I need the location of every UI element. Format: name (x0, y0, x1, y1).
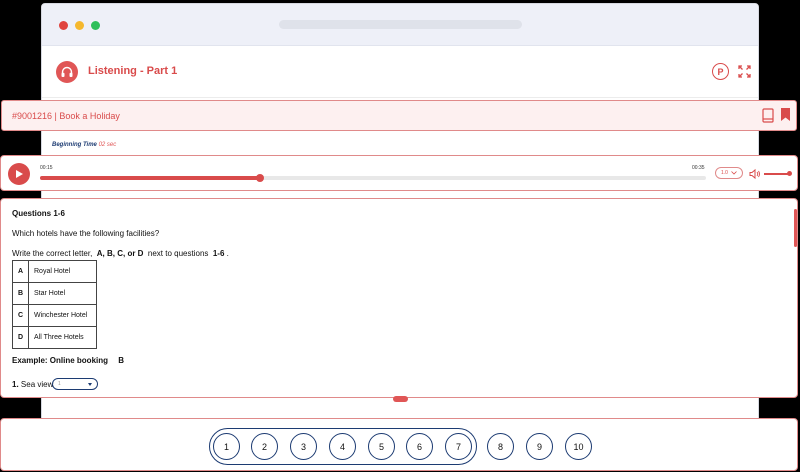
question-1-text: Sea view (20, 380, 54, 389)
resize-handle[interactable] (393, 396, 408, 402)
headphones-icon (56, 61, 78, 83)
questions-prompt: Which hotels have the following faciliti… (12, 229, 160, 238)
fullscreen-icon[interactable] (738, 65, 751, 78)
volume-slider-handle[interactable] (787, 171, 792, 176)
question-nav-button[interactable]: 5 (368, 433, 395, 460)
beginning-time: Beginning Time 02 sec (52, 142, 116, 148)
option-label: All Three Hotels (28, 326, 97, 349)
chevron-down-icon (731, 171, 737, 175)
question-nav-button[interactable]: 4 (329, 433, 356, 460)
minimize-window-dot[interactable] (75, 21, 84, 30)
audio-progress-handle[interactable] (255, 174, 264, 182)
question-nav-button[interactable]: 1 (213, 433, 240, 460)
question-1: 1. Sea view (12, 380, 53, 389)
page-header: Listening - Part 1 P (42, 46, 758, 98)
task-title: #9001216 | Book a Holiday (12, 111, 120, 121)
screen: Listening - Part 1 P #9001216 | Book a H… (0, 0, 800, 472)
caret-down-icon (88, 383, 92, 386)
question-nav-button[interactable]: 8 (487, 433, 514, 460)
question-nav-button[interactable]: 3 (290, 433, 317, 460)
question-1-answer-value: 1 (58, 381, 61, 387)
example-answer: B (118, 356, 125, 365)
table-row: A Royal Hotel (12, 260, 97, 283)
table-row: D All Three Hotels (12, 326, 97, 349)
task-bar: #9001216 | Book a Holiday (1, 100, 797, 131)
option-label: Winchester Hotel (28, 304, 97, 327)
address-bar[interactable] (279, 20, 522, 29)
instruction-range: 1-6 (212, 249, 225, 258)
vertical-scrollbar[interactable] (794, 209, 797, 247)
question-nav-button[interactable]: 10 (565, 433, 592, 460)
question-nav-button[interactable]: 2 (251, 433, 278, 460)
question-1-number: 1. (12, 380, 19, 389)
maximize-window-dot[interactable] (91, 21, 100, 30)
option-key: A (12, 260, 29, 283)
option-key: B (12, 282, 29, 305)
volume-icon[interactable] (749, 167, 761, 180)
question-panel: Questions 1-6 Which hotels have the foll… (0, 198, 798, 398)
audio-progress-fill (40, 176, 260, 180)
browser-titlebar (42, 4, 758, 46)
audio-player: 00:15 00:35 1.0 (0, 155, 798, 191)
question-nav-button[interactable]: 7 (445, 433, 472, 460)
total-time: 00:35 (692, 165, 705, 171)
book-icon[interactable] (762, 108, 774, 123)
option-label: Royal Hotel (28, 260, 97, 283)
option-key: C (12, 304, 29, 327)
beginning-time-label: Beginning Time (52, 142, 97, 148)
questions-title: Questions 1-6 (12, 209, 65, 218)
example-label: Example: Online booking (12, 356, 109, 365)
option-key: D (12, 326, 29, 349)
questions-instruction: Write the correct letter, A, B, C, or D … (12, 249, 229, 258)
options-table: A Royal Hotel B Star Hotel C Winchester … (12, 260, 97, 349)
current-time: 00:15 (40, 165, 53, 171)
page-title: Listening - Part 1 (88, 65, 178, 77)
play-icon (16, 170, 23, 178)
instruction-end: . (226, 249, 229, 258)
playback-speed-value: 1.0 (721, 170, 728, 176)
beginning-time-value: 02 sec (98, 142, 117, 148)
example-line: Example: Online booking B (12, 356, 124, 365)
play-button[interactable] (8, 163, 30, 185)
option-label: Star Hotel (28, 282, 97, 305)
table-row: C Winchester Hotel (12, 304, 97, 327)
audio-progress-track[interactable] (40, 174, 706, 182)
question-nav-button[interactable]: 9 (526, 433, 553, 460)
playback-speed-select[interactable]: 1.0 (715, 167, 743, 179)
p-button[interactable]: P (712, 63, 729, 80)
instruction-pre: Write the correct letter, (12, 249, 93, 258)
instruction-mid: next to questions (147, 249, 209, 258)
question-nav-button[interactable]: 6 (406, 433, 433, 460)
bookmark-icon[interactable] (780, 107, 791, 122)
question-navigation: 1 2 3 4 5 6 7 8 9 10 (0, 418, 798, 471)
close-window-dot[interactable] (59, 21, 68, 30)
instruction-letters: A, B, C, or D (96, 249, 144, 258)
table-row: B Star Hotel (12, 282, 97, 305)
question-1-answer-select[interactable]: 1 (52, 378, 98, 390)
